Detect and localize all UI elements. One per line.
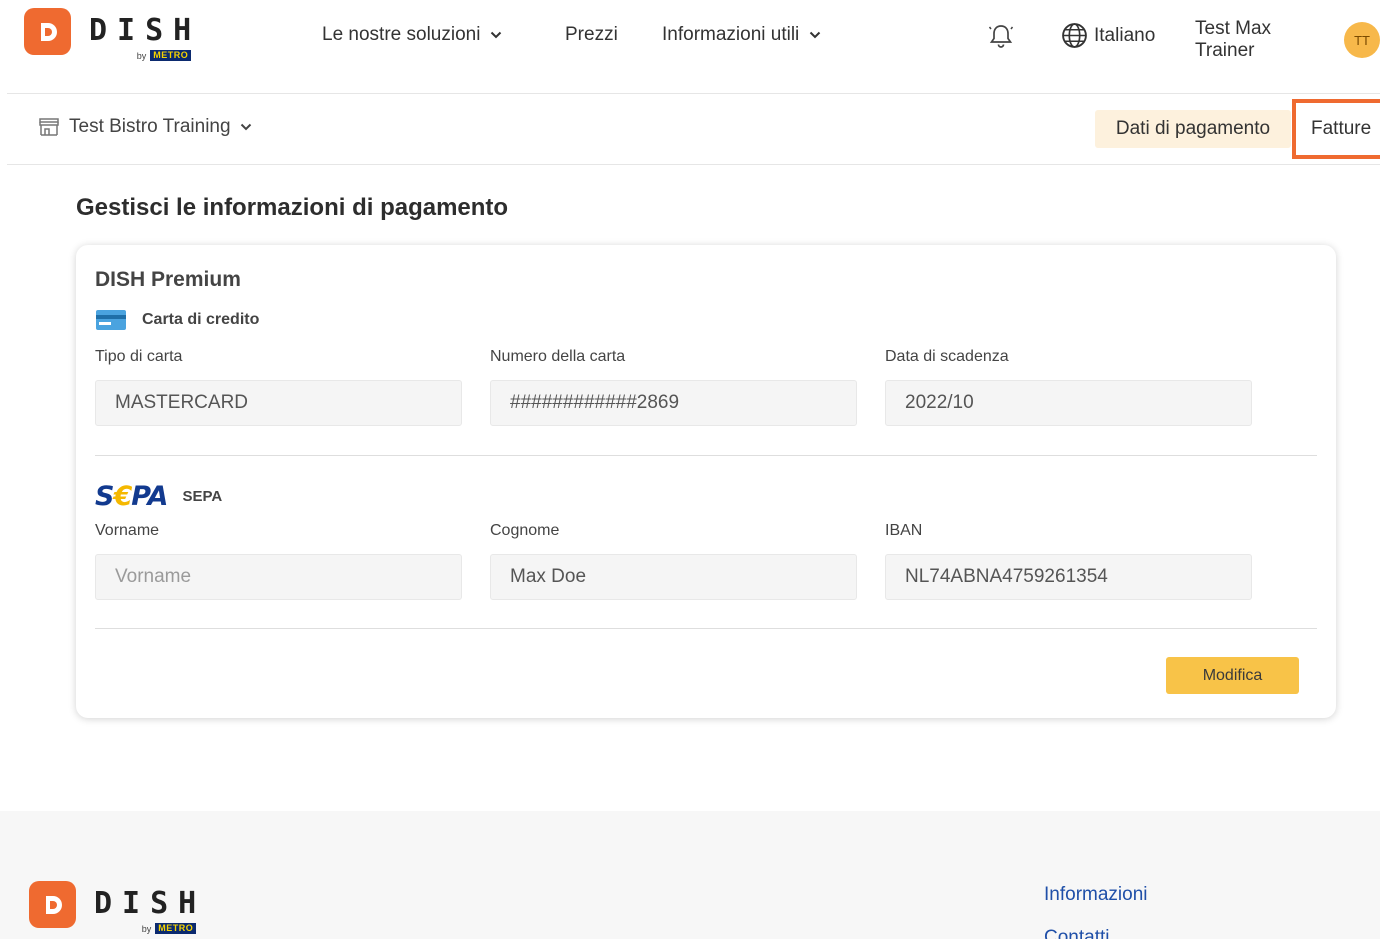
tab-invoices[interactable]: Fatture <box>1292 99 1380 159</box>
language-selector[interactable]: Italiano <box>1061 22 1155 49</box>
expiry-date-label: Data di scadenza <box>885 348 1009 365</box>
chevron-down-icon <box>240 123 251 131</box>
globe-icon <box>1062 23 1087 48</box>
bell-icon <box>988 25 1014 48</box>
actions-divider <box>95 628 1317 629</box>
edit-button[interactable]: Modifica <box>1166 657 1299 694</box>
credit-card-icon <box>96 310 126 330</box>
card-number-label: Numero della carta <box>490 348 626 365</box>
section-divider <box>95 455 1317 456</box>
dish-logo[interactable]: DISH by METRO <box>24 8 201 61</box>
avatar: TT <box>1344 22 1380 58</box>
iban-label: IBAN <box>885 522 923 539</box>
dish-logo-icon <box>24 8 71 55</box>
logo-byline: by METRO <box>89 50 192 61</box>
sepa-heading: S€PA SEPA <box>95 481 223 512</box>
card-type-field[interactable]: MASTERCARD <box>95 380 462 426</box>
page-title: Gestisci le informazioni di pagamento <box>76 194 509 221</box>
firstname-label: Vorname <box>95 522 160 539</box>
dish-logo-icon <box>29 881 76 928</box>
footer-link-contacts[interactable]: Contatti <box>1044 927 1109 939</box>
credit-card-heading: Carta di credito <box>95 309 259 331</box>
lastname-label: Cognome <box>490 522 560 539</box>
top-navigation: DISH by METRO Le nostre soluzioni Prezzi… <box>0 0 1380 93</box>
footer: DISH by METRO Informazioni Contatti <box>0 811 1380 939</box>
sub-navigation: Test Bistro Training Dati di pagamento F… <box>0 94 1380 164</box>
chevron-down-icon <box>491 31 502 39</box>
user-menu[interactable]: Test Max Trainer TT <box>1195 18 1380 62</box>
footer-dish-logo[interactable]: DISH by METRO <box>29 881 206 934</box>
nav-prices-link[interactable]: Prezzi <box>565 24 618 46</box>
logo-wordmark: DISH <box>94 886 207 921</box>
notifications-button[interactable] <box>988 22 1014 50</box>
logo-byline: by METRO <box>94 923 197 934</box>
firstname-field[interactable]: Vorname <box>95 554 462 600</box>
metro-badge: METRO <box>150 50 192 61</box>
metro-badge: METRO <box>155 923 197 934</box>
plan-title: DISH Premium <box>95 268 241 291</box>
iban-field[interactable]: NL74ABNA4759261354 <box>885 554 1252 600</box>
lastname-field[interactable]: Max Doe <box>490 554 857 600</box>
card-type-label: Tipo di carta <box>95 348 183 365</box>
store-icon <box>39 118 59 136</box>
expiry-date-field[interactable]: 2022/10 <box>885 380 1252 426</box>
footer-link-info[interactable]: Informazioni <box>1044 884 1148 906</box>
nav-info-dropdown[interactable]: Informazioni utili <box>662 24 821 46</box>
subnav-divider <box>7 164 1380 165</box>
logo-wordmark: DISH <box>89 13 202 48</box>
chevron-down-icon <box>810 31 821 39</box>
payment-info-card: DISH Premium Carta di credito Tipo di ca… <box>76 245 1336 718</box>
store-selector[interactable]: Test Bistro Training <box>38 116 252 138</box>
sepa-logo-icon: S€PA <box>95 481 168 512</box>
tab-payment-data[interactable]: Dati di pagamento <box>1095 110 1291 148</box>
card-number-field[interactable]: ############2869 <box>490 380 857 426</box>
nav-solutions-dropdown[interactable]: Le nostre soluzioni <box>322 24 502 46</box>
